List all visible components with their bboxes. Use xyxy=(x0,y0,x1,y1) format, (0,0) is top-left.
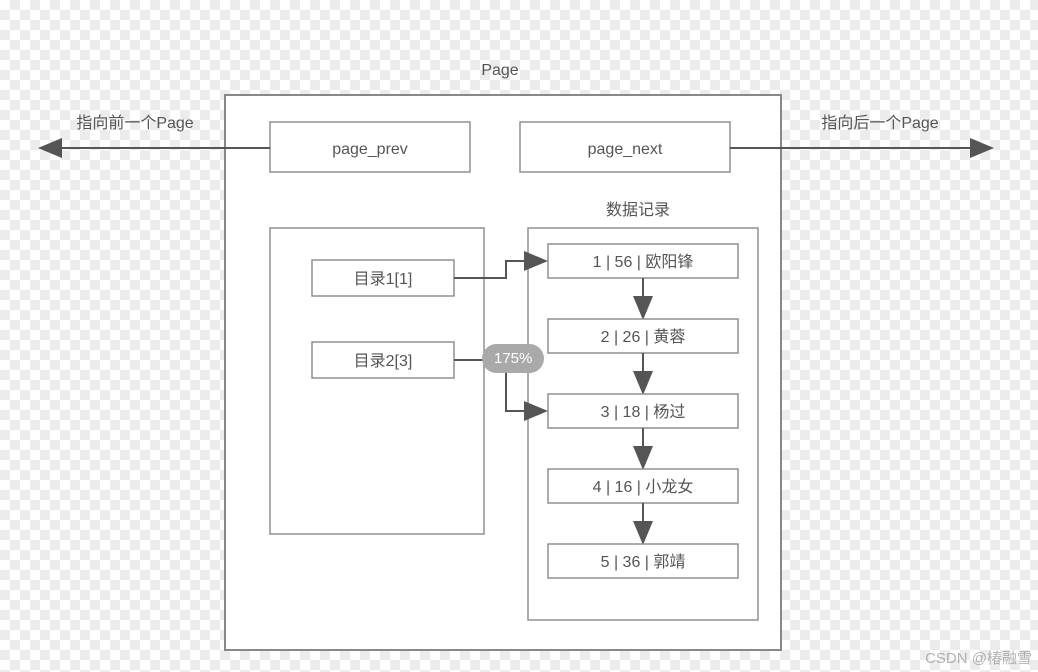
diagram-svg: Page page_prev page_next 指向前一个Page 指向后一个… xyxy=(0,0,1038,672)
next-pointer-label: 指向后一个Page xyxy=(821,114,938,132)
dir-item-1-label: 目录2[3] xyxy=(354,352,413,370)
record-1: 2 | 26 | 黄蓉 xyxy=(548,319,738,353)
record-4-text: 5 | 36 | 郭靖 xyxy=(601,553,686,571)
prev-pointer-label: 指向前一个Page xyxy=(76,114,193,132)
record-1-text: 2 | 26 | 黄蓉 xyxy=(601,328,686,346)
page-prev-label: page_prev xyxy=(332,141,408,158)
record-3-text: 4 | 16 | 小龙女 xyxy=(593,477,694,496)
watermark: CSDN @椿融雪 xyxy=(925,647,1032,668)
record-0: 1 | 56 | 欧阳锋 xyxy=(548,244,738,278)
page-next-label: page_next xyxy=(588,141,663,158)
zoom-badge: 175% xyxy=(482,344,544,373)
record-2-text: 3 | 18 | 杨过 xyxy=(601,403,686,421)
record-4: 5 | 36 | 郭靖 xyxy=(548,544,738,578)
records-title: 数据记录 xyxy=(606,201,670,219)
record-2: 3 | 18 | 杨过 xyxy=(548,394,738,428)
record-0-text: 1 | 56 | 欧阳锋 xyxy=(593,253,694,271)
page-title: Page xyxy=(481,62,518,79)
dir-item-0-label: 目录1[1] xyxy=(354,270,413,288)
record-3: 4 | 16 | 小龙女 xyxy=(548,469,738,503)
